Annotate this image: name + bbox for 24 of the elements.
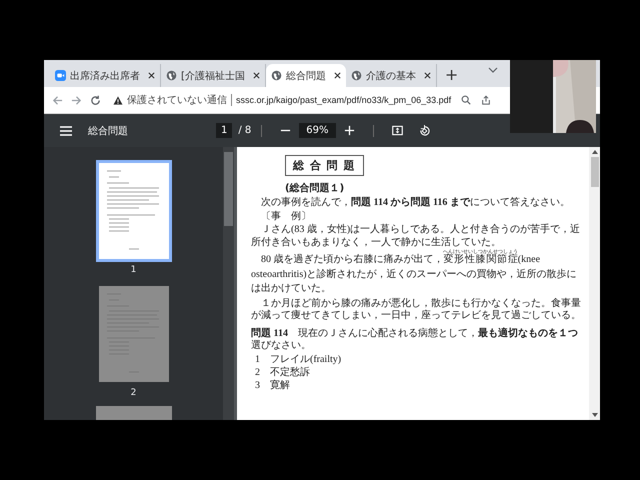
page-count: / 8 xyxy=(238,125,252,136)
security-label: 保護されていない通信 xyxy=(127,94,227,107)
zoom-field[interactable]: 69% xyxy=(299,123,336,138)
page-number-label: 1 xyxy=(130,265,136,275)
paragraph: １か月ほど前から膝の痛みが悪化し，散歩にも行かなくなった。食事量が減って痩せてきてしまい，一日中，座ってテレビを見て過ごしている。 xyxy=(251,298,582,322)
answer-option: 2 不定愁訴 xyxy=(255,366,310,378)
url-text: sssc.or.jp/kaigo/past_exam/pdf/no33/k_pm_06_33.pdf xyxy=(236,95,452,105)
address-field[interactable]: 保護されていない通信 sssc.or.jp/kaigo/past_exam/pdf/no33/k_pm_06_33.pdf xyxy=(109,89,508,111)
browser-tab[interactable]: [介護福祉士国 xyxy=(161,64,266,87)
answer-option: 3 寛解 xyxy=(255,380,290,392)
document-title: 総合問題 xyxy=(88,124,129,138)
new-tab-button[interactable]: + xyxy=(444,66,458,84)
section-heading: (総合問題１) xyxy=(285,182,344,195)
browser-tab[interactable]: 総合問題 xyxy=(266,64,346,87)
paragraph: Ｊさん(83 歳，女性)は一人暮らしである。人と付き合うのが苦手で，近所付き合いもあまりなく，一人で静かに生活していた。 xyxy=(251,224,582,249)
answer-option: 1 フレイル(frailty) xyxy=(255,354,342,366)
browser-tab[interactable]: 出席済み出席者 xyxy=(50,64,161,87)
paragraph: 〔事 例〕 xyxy=(260,210,311,223)
document-title-box: 総 合 問 題 xyxy=(285,155,364,176)
page-number-field[interactable]: 1 xyxy=(216,123,232,138)
question-text: 問題 114 現在のＪさんに心配される病態として，最も適切なものを１つ選びなさい。 xyxy=(251,328,579,352)
page-number-label: 2 xyxy=(130,388,136,398)
paragraph: 次の事例を読んで，問題 114 から問題 116 までについて答えなさい。 xyxy=(260,197,570,210)
browser-tab[interactable]: 介護の基本 xyxy=(346,64,437,87)
